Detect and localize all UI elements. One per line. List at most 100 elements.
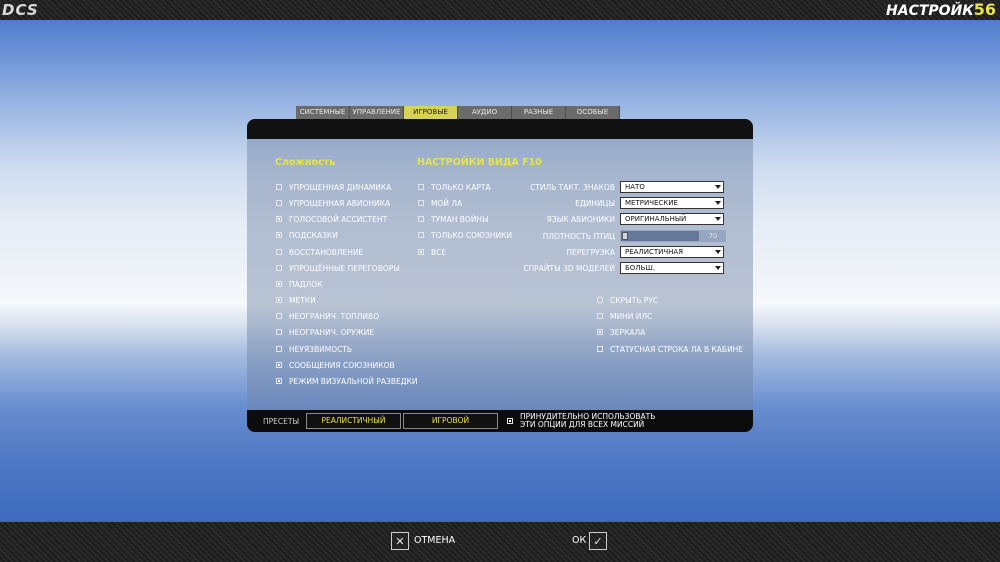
- checkbox[interactable]: [276, 346, 282, 352]
- option-hints[interactable]: ПОДСКАЗКИ: [276, 230, 338, 240]
- checkbox[interactable]: [276, 378, 282, 384]
- option-labels[interactable]: МЕТКИ: [276, 295, 316, 305]
- tab-gameplay[interactable]: ИГРОВЫЕ: [404, 106, 458, 119]
- model-sprites-select[interactable]: БОЛЬШ.: [620, 262, 724, 274]
- checkbox[interactable]: [418, 200, 424, 206]
- checkbox[interactable]: [276, 265, 282, 271]
- checkbox[interactable]: [418, 216, 424, 222]
- option-hide-stick[interactable]: СКРЫТЬ РУС: [597, 295, 658, 305]
- chevron-down-icon: [715, 250, 721, 254]
- option-label: ТОЛЬКО КАРТА: [431, 182, 491, 192]
- avionics-language-label: ЯЗЫК АВИОНИКИ: [546, 215, 615, 224]
- ok-button[interactable]: ОК: [572, 535, 586, 546]
- checkbox[interactable]: [597, 346, 603, 352]
- tab-misc[interactable]: РАЗНЫЕ: [512, 106, 566, 119]
- option-label: ТОЛЬКО СОЮЗНИКИ: [431, 230, 513, 240]
- option-label: СООБЩЕНИЯ СОЮЗНИКОВ: [289, 360, 395, 370]
- tab-audio[interactable]: АУДИО: [458, 106, 512, 119]
- checkbox[interactable]: [276, 232, 282, 238]
- tab-system[interactable]: СИСТЕМНЫЕ: [296, 106, 350, 119]
- ok-icon-button[interactable]: ✓: [589, 532, 607, 550]
- cancel-button[interactable]: ОТМЕНА: [414, 535, 455, 546]
- settings-tabs: СИСТЕМНЫЕ УПРАВЛЕНИЕ ИГРОВЫЕ АУДИО РАЗНЫ…: [296, 106, 620, 119]
- option-label: УПРОЩЕННАЯ ДИНАМИКА: [289, 182, 392, 192]
- option-unlimited-weapons[interactable]: НЕОГРАНИЧ. ОРУЖИЕ: [276, 327, 374, 337]
- checkbox[interactable]: [597, 313, 603, 319]
- checkbox[interactable]: [597, 297, 603, 303]
- option-label: ПОДСКАЗКИ: [289, 230, 338, 240]
- select-value: БОЛЬШ.: [625, 264, 656, 272]
- option-label: СКРЫТЬ РУС: [610, 295, 659, 305]
- page-title-number: 56: [973, 0, 996, 19]
- option-mini-hud[interactable]: МИНИ ИЛС: [597, 311, 652, 321]
- checkbox[interactable]: [276, 249, 282, 255]
- close-icon: ✕: [395, 534, 405, 548]
- f10-option-all[interactable]: ВСЕ: [418, 247, 446, 257]
- option-label: НЕУЯЗВИМОСТЬ: [289, 344, 353, 354]
- model-sprites-label: СПРАЙТЫ 3D МОДЕЛЕЙ: [523, 264, 615, 273]
- checkbox[interactable]: [507, 418, 513, 424]
- preset-realistic-button[interactable]: РЕАЛИСТИЧНЫЙ: [306, 413, 401, 429]
- checkbox[interactable]: [276, 281, 282, 287]
- page-title-text: НАСТРОЙК: [886, 3, 974, 19]
- option-padlock[interactable]: ПАДЛОК: [276, 279, 323, 289]
- option-label: НЕОГРАНИЧ. ОРУЖИЕ: [289, 327, 375, 337]
- option-unlimited-fuel[interactable]: НЕОГРАНИЧ. ТОПЛИВО: [276, 311, 379, 321]
- chevron-down-icon: [715, 185, 721, 189]
- cancel-icon-button[interactable]: ✕: [391, 532, 409, 550]
- checkbox[interactable]: [276, 297, 282, 303]
- slider-handle[interactable]: [622, 232, 628, 240]
- page-title: НАСТРОЙК56: [886, 0, 996, 20]
- f10-option-allies-only[interactable]: ТОЛЬКО СОЮЗНИКИ: [418, 230, 512, 240]
- checkbox[interactable]: [276, 216, 282, 222]
- option-label: УПРОЩЕННАЯ АВИОНИКА: [289, 198, 391, 208]
- force-options-line-2: ЭТИ ОПЦИИ ДЛЯ ВСЕХ МИССИЙ: [520, 420, 645, 429]
- option-voice-assistant[interactable]: ГОЛОСОВОЙ АССИСТЕНТ: [276, 214, 387, 224]
- option-label: ТУМАН ВОЙНЫ: [431, 214, 489, 224]
- tactical-symbols-select[interactable]: НАТО: [620, 181, 724, 193]
- g-load-label: ПЕРЕГРУЗКА: [566, 248, 615, 257]
- checkbox[interactable]: [597, 329, 603, 335]
- option-simple-avionics[interactable]: УПРОЩЕННАЯ АВИОНИКА: [276, 198, 390, 208]
- top-bar: DCS НАСТРОЙК56: [0, 0, 1000, 20]
- option-label: ВСЕ: [431, 247, 447, 257]
- option-label: ПАДЛОК: [289, 279, 323, 289]
- option-mirrors[interactable]: ЗЕРКАЛА: [597, 327, 645, 337]
- select-value: ОРИГИНАЛЬНЫЙ: [625, 215, 687, 223]
- checkbox[interactable]: [418, 184, 424, 190]
- option-label: МИНИ ИЛС: [610, 311, 653, 321]
- f10-option-map-only[interactable]: ТОЛЬКО КАРТА: [418, 182, 491, 192]
- checkbox[interactable]: [276, 200, 282, 206]
- force-options-checkbox[interactable]: ПРИНУДИТЕЛЬНО ИСПОЛЬЗОВАТЬ ЭТИ ОПЦИИ ДЛЯ…: [507, 413, 655, 429]
- option-restore[interactable]: ВОССТАНОВЛЕНИЕ: [276, 247, 363, 257]
- units-label: ЕДИНИЦЫ: [575, 199, 615, 208]
- presets-label: ПРЕСЕТЫ: [263, 417, 300, 426]
- option-visual-recon[interactable]: РЕЖИМ ВИЗУАЛЬНОЙ РАЗВЕДКИ: [276, 376, 418, 386]
- bird-density-max: 70: [700, 230, 726, 242]
- option-ally-messages[interactable]: СООБЩЕНИЯ СОЮЗНИКОВ: [276, 360, 395, 370]
- option-simple-radio[interactable]: УПРОЩЁННЫЕ ПЕРЕГОВОРЫ: [276, 263, 400, 273]
- option-label: ГОЛОСОВОЙ АССИСТЕНТ: [289, 214, 388, 224]
- checkbox[interactable]: [276, 313, 282, 319]
- g-load-select[interactable]: РЕАЛИСТИЧНАЯ: [620, 246, 724, 258]
- check-icon: ✓: [593, 534, 603, 548]
- option-simple-flight-model[interactable]: УПРОЩЕННАЯ ДИНАМИКА: [276, 182, 391, 192]
- f10-option-fog-of-war[interactable]: ТУМАН ВОЙНЫ: [418, 214, 489, 224]
- preset-game-button[interactable]: ИГРОВОЙ: [403, 413, 498, 429]
- option-cockpit-status-bar[interactable]: СТАТУСНАЯ СТРОКА ЛА В КАБИНЕ: [597, 344, 743, 354]
- f10-option-my-aircraft[interactable]: МОЙ ЛА: [418, 198, 462, 208]
- panel-header: [247, 119, 753, 139]
- bird-density-slider[interactable]: [620, 230, 700, 242]
- option-label: МОЙ ЛА: [431, 198, 463, 208]
- checkbox[interactable]: [276, 362, 282, 368]
- bottom-bar: [0, 522, 1000, 562]
- checkbox[interactable]: [276, 184, 282, 190]
- option-invulnerability[interactable]: НЕУЯЗВИМОСТЬ: [276, 344, 352, 354]
- checkbox[interactable]: [418, 232, 424, 238]
- avionics-language-select[interactable]: ОРИГИНАЛЬНЫЙ: [620, 213, 724, 225]
- checkbox[interactable]: [418, 249, 424, 255]
- units-select[interactable]: МЕТРИЧЕСКИЕ: [620, 197, 724, 209]
- tab-special[interactable]: ОСОБЫЕ: [566, 106, 620, 119]
- checkbox[interactable]: [276, 329, 282, 335]
- tab-controls[interactable]: УПРАВЛЕНИЕ: [350, 106, 404, 119]
